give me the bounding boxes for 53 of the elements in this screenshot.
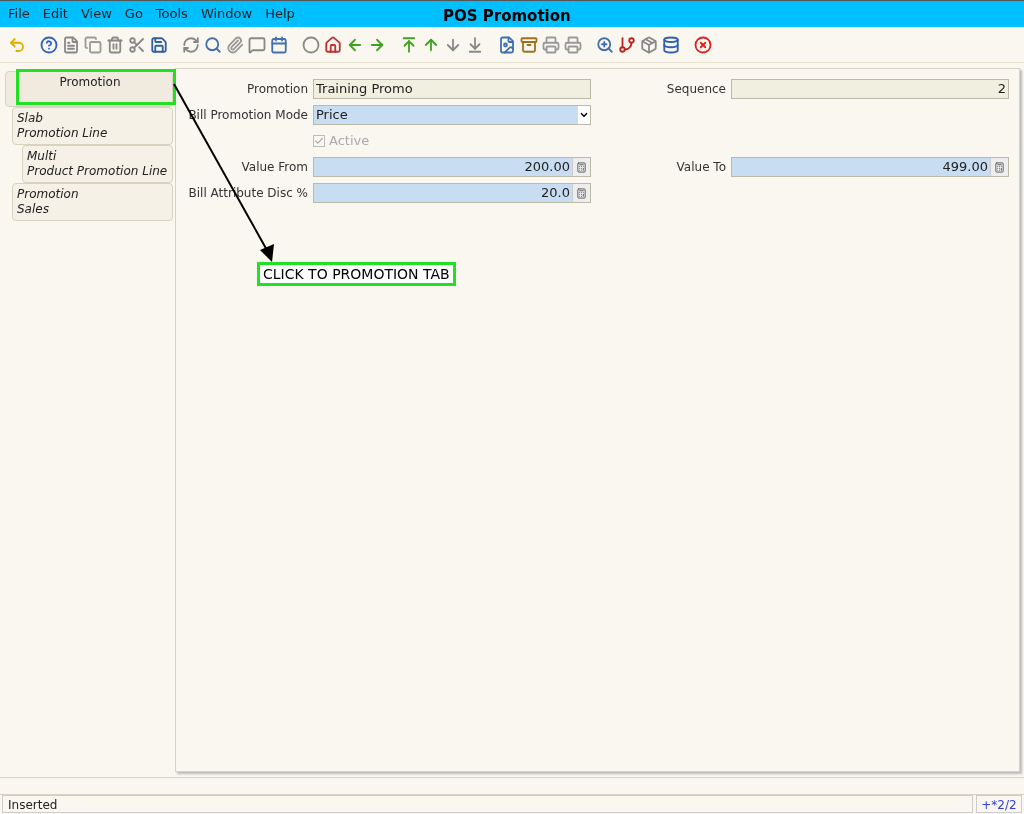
menu-item[interactable]: Tools <box>150 4 193 24</box>
paperclip-icon[interactable] <box>226 35 244 54</box>
print-preview-icon[interactable] <box>564 35 582 54</box>
checkbox-label: Active <box>329 132 370 151</box>
calculator-icon[interactable] <box>990 158 1008 176</box>
tab[interactable]: Promotion Sales <box>12 183 173 221</box>
refresh-icon[interactable] <box>182 35 200 54</box>
copy-icon[interactable] <box>84 35 102 54</box>
report-icon[interactable] <box>498 35 516 54</box>
scissors-icon[interactable] <box>128 35 146 54</box>
delete-icon[interactable] <box>106 35 124 54</box>
field-label: Value To <box>675 159 726 176</box>
record-indicator: +*2/2 <box>976 795 1022 813</box>
input-field[interactable]: Training Promo <box>313 79 591 99</box>
printer-icon[interactable] <box>542 35 560 54</box>
last-record-icon[interactable] <box>466 35 484 54</box>
new-document-icon[interactable] <box>62 35 80 54</box>
input-field[interactable]: 20.0 <box>313 183 591 203</box>
field-label: Promotion <box>245 81 308 98</box>
close-icon[interactable] <box>694 35 712 54</box>
menu-item[interactable]: Edit <box>37 4 73 24</box>
calculator-icon[interactable] <box>572 184 590 202</box>
undo-icon[interactable] <box>8 35 26 54</box>
circle-icon[interactable] <box>302 35 320 54</box>
help-icon[interactable] <box>40 35 58 54</box>
input-field[interactable]: 200.00 <box>313 157 591 177</box>
database-icon[interactable] <box>662 35 680 54</box>
zoom-icon[interactable] <box>596 35 614 54</box>
home-icon[interactable] <box>324 35 342 54</box>
first-record-icon[interactable] <box>400 35 418 54</box>
window-title: POS Promotion <box>443 6 571 27</box>
menu-item[interactable]: File <box>3 4 35 24</box>
input-field[interactable]: 499.00 <box>731 157 1009 177</box>
product-icon[interactable] <box>640 35 658 54</box>
menu-item[interactable]: Help <box>260 4 300 24</box>
tab[interactable]: Slab Promotion Line <box>12 107 173 145</box>
callout-label: CLICK TO PROMOTION TAB <box>257 262 456 286</box>
menu-item[interactable]: Window <box>195 4 258 24</box>
input-field[interactable]: 2 <box>731 79 1009 99</box>
archive-icon[interactable] <box>520 35 538 54</box>
chat-icon[interactable] <box>248 35 266 54</box>
menu-item[interactable]: Go <box>119 4 148 24</box>
search-icon[interactable] <box>204 35 222 54</box>
calendar-icon[interactable] <box>270 35 288 54</box>
workflow-icon[interactable] <box>618 35 636 54</box>
tab[interactable]: Multi Product Promotion Line <box>22 145 173 183</box>
dropdown-field[interactable]: Price <box>313 105 591 125</box>
calculator-icon[interactable] <box>572 158 590 176</box>
field-label: Sequence <box>665 81 726 98</box>
save-icon[interactable] <box>150 35 168 54</box>
menu-item[interactable]: View <box>75 4 117 24</box>
status-message: Inserted <box>2 795 973 813</box>
field-label: Value From <box>240 159 308 176</box>
